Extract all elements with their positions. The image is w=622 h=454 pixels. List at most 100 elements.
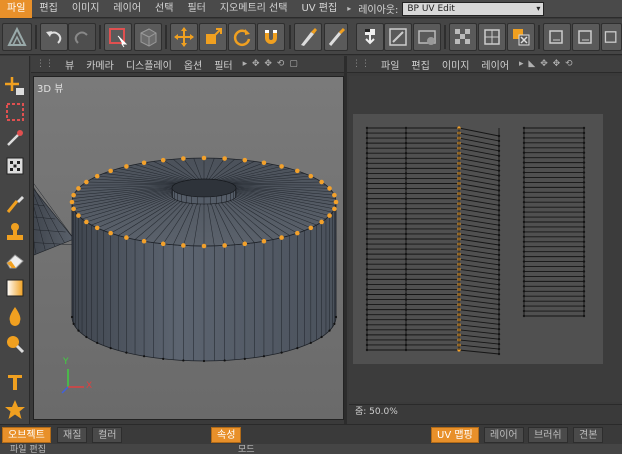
- selected-vertex: [141, 238, 147, 244]
- selected-vertex: [327, 213, 332, 218]
- selected-vertex: [261, 160, 267, 166]
- selected-vertex: [71, 206, 76, 212]
- menu-file[interactable]: 파일: [0, 0, 33, 18]
- selected-vertex: [332, 192, 337, 198]
- selected-vertex: [201, 155, 207, 161]
- selected-vertex: [71, 192, 76, 198]
- menu-image[interactable]: 이미지: [65, 0, 107, 18]
- uv-menu-layer[interactable]: 레이어: [475, 57, 515, 72]
- bottom-vertex: [280, 351, 283, 354]
- tab-swatches[interactable]: 견본: [573, 427, 604, 443]
- tab-materials[interactable]: 재질: [57, 427, 88, 443]
- selected-vertex: [308, 225, 314, 231]
- bottom-vertex: [223, 359, 226, 362]
- rotate-icon[interactable]: [228, 23, 256, 51]
- star-shape-icon[interactable]: [3, 398, 27, 422]
- menu-layer[interactable]: 레이어: [106, 0, 148, 18]
- selected-vertex: [76, 186, 81, 191]
- chevron-down-icon: ▾: [536, 3, 541, 13]
- layout-select[interactable]: BP UV Edit ▾: [402, 1, 545, 16]
- cinema-logo-icon[interactable]: [2, 23, 32, 51]
- magnet-icon[interactable]: [257, 23, 285, 51]
- stamp-icon[interactable]: [3, 220, 27, 244]
- selected-vertex: [308, 173, 314, 179]
- tab-attributes[interactable]: 속성: [211, 427, 242, 443]
- magic-wand-icon[interactable]: [3, 126, 27, 150]
- uv-align-left-icon[interactable]: [543, 23, 571, 51]
- axis-gizmo: Y X: [58, 357, 98, 397]
- menu-select[interactable]: 선택: [148, 0, 180, 18]
- menubar: 파일 편집 이미지 레이어 선택 필터 지오메트리 선택 UV 편집 ▸ 레이아…: [0, 0, 622, 18]
- scale-icon[interactable]: [199, 23, 227, 51]
- selected-vertex: [160, 241, 166, 247]
- tab-layers[interactable]: 레이어: [484, 427, 524, 443]
- uv-view[interactable]: [349, 76, 622, 402]
- viewport-menubar: ⋮⋮ 뷰 카메라 디스플레이 옵션 필터 ▸ ✥ ✥ ⟲ ▢: [31, 56, 344, 73]
- viewport-3d[interactable]: 3D 뷰 Y X: [33, 76, 344, 420]
- cube-model-icon[interactable]: [134, 23, 162, 51]
- selected-vertex: [76, 213, 81, 218]
- menu-edit[interactable]: 편집: [32, 0, 64, 18]
- menu-filter[interactable]: 필터: [180, 0, 212, 18]
- tab-colors[interactable]: 컬러: [92, 427, 123, 443]
- tab-objects[interactable]: 오브젝트: [2, 427, 51, 443]
- smudge-drop-icon[interactable]: [3, 304, 27, 328]
- viewport-menu-display[interactable]: 디스플레이: [120, 57, 178, 72]
- bottom-strip-mode[interactable]: 모드: [238, 444, 255, 454]
- bottom-strip: 파일 편집 모드: [0, 444, 622, 454]
- viewport-menu-camera[interactable]: 카메라: [80, 57, 120, 72]
- render-settings-icon[interactable]: [413, 23, 441, 51]
- bottom-vertex: [182, 359, 185, 362]
- points-mode-icon[interactable]: [3, 154, 27, 178]
- layout-label: 레이아웃:: [358, 5, 399, 16]
- render-view-icon[interactable]: [356, 23, 384, 51]
- bottom-vertex: [243, 357, 246, 360]
- uv-align-center-icon[interactable]: [572, 23, 600, 51]
- checker-texture-icon[interactable]: [449, 23, 477, 51]
- axis-y-label: Y: [63, 357, 69, 367]
- uv-menu-image[interactable]: 이미지: [436, 57, 476, 72]
- render-region-icon[interactable]: [384, 23, 412, 51]
- bottom-vertex: [72, 322, 75, 325]
- rect-select-icon[interactable]: [3, 100, 27, 124]
- bottom-vertex: [320, 335, 323, 339]
- selected-vertex: [333, 199, 339, 205]
- selected-vertex: [160, 157, 166, 163]
- grip-icon: ⋮⋮: [36, 59, 54, 69]
- magnify-icon[interactable]: [3, 332, 27, 356]
- text-tool-icon[interactable]: [3, 370, 27, 394]
- redo-icon[interactable]: [68, 23, 96, 51]
- add-point-icon[interactable]: [3, 74, 27, 98]
- viewport-nav-icons[interactable]: ▸ ✥ ✥ ⟲ ▢: [239, 59, 299, 69]
- brush-icon[interactable]: [324, 23, 348, 51]
- uv-grid-icon[interactable]: [478, 23, 506, 51]
- uv-nav-icons[interactable]: ▸ ◣ ✥ ✥ ⟲: [515, 59, 574, 69]
- menu-geometry-select[interactable]: 지오메트리 선택: [213, 0, 295, 18]
- tab-brushes[interactable]: 브러쉬: [528, 427, 568, 443]
- selected-vertex: [108, 230, 113, 236]
- brush-knife-icon[interactable]: [294, 23, 322, 51]
- viewport-menu-view[interactable]: 뷰: [59, 57, 80, 72]
- menu-uv-edit[interactable]: UV 편집: [294, 0, 344, 18]
- uv-snap-icon[interactable]: [507, 23, 535, 51]
- selected-vertex: [124, 164, 129, 169]
- panel-divider[interactable]: [344, 56, 347, 424]
- viewport-menu-filter[interactable]: 필터: [208, 57, 238, 72]
- move-icon[interactable]: [170, 23, 198, 51]
- uv-menu-file[interactable]: 파일: [375, 57, 405, 72]
- uv-menu-edit[interactable]: 편집: [405, 57, 435, 72]
- eraser-icon[interactable]: [3, 248, 27, 272]
- left-toolbar: [0, 56, 30, 426]
- tab-uv-mapping[interactable]: UV 맵핑: [431, 427, 479, 443]
- bottom-vertex: [142, 355, 146, 358]
- live-select-icon[interactable]: [104, 23, 132, 51]
- uv-align-right-icon[interactable]: [601, 23, 622, 51]
- undo-icon[interactable]: [40, 23, 68, 51]
- selected-vertex: [181, 243, 186, 248]
- viewport-menu-options[interactable]: 옵션: [178, 57, 208, 72]
- paint-brush-icon[interactable]: [3, 192, 27, 216]
- gradient-icon[interactable]: [3, 276, 27, 300]
- selected-vertex: [222, 243, 227, 248]
- menu-more-icon[interactable]: ▸: [344, 4, 354, 13]
- selected-vertex: [201, 243, 207, 249]
